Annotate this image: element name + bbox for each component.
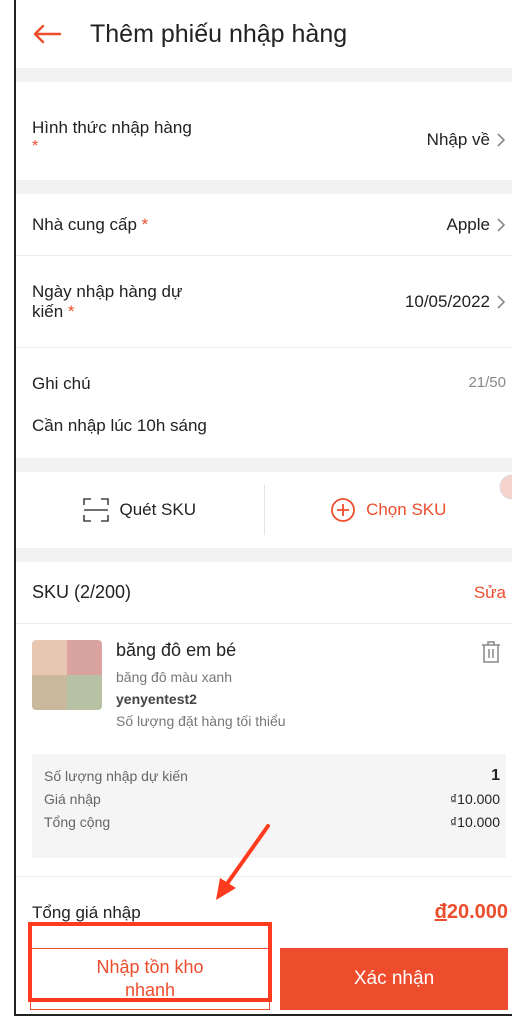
subtotal-value: ₫10.000 [449,813,500,830]
import-method-value-text: Nhập về [426,130,490,149]
trash-icon [482,641,500,663]
required-mark: * [67,301,75,321]
scan-icon [83,498,110,522]
arrow-left-icon [33,24,62,44]
back-button[interactable] [32,14,72,54]
price-row: Giá nhập ₫10.000 [44,787,500,810]
chevron-right-icon [497,133,506,147]
grand-total-value: đ20.000 [435,901,508,924]
confirm-label: Xác nhận [353,968,435,989]
note-counter: 21/50 [468,374,506,391]
section-gap [16,180,512,194]
subtotal-label: Tổng cộng [44,813,111,830]
qty-label: Số lượng nhập dự kiến [44,767,188,784]
required-mark: * [32,138,39,155]
min-quantity-text: Số lượng đặt hàng tối thiểu [116,713,286,729]
section-gap [16,458,512,472]
required-mark: * [141,214,149,234]
note-label: Ghi chú [32,374,91,393]
floating-bubble[interactable] [496,474,512,500]
grand-total-amount: 20.000 [446,901,508,923]
expected-date-value: 10/05/2022 [405,292,506,312]
expected-date-value-text: 10/05/2022 [404,291,490,311]
currency-symbol: đ [434,901,447,923]
choose-sku-label: Chọn SKU [366,500,447,519]
delete-item-button[interactable] [480,640,502,669]
edit-sku-button[interactable]: Sửa [474,583,506,603]
bubble-icon [499,474,512,500]
annotation-arrow-icon [216,824,270,900]
expected-date-label: Ngày nhập hàng dự kiến * [32,282,182,322]
qty-row: Số lượng nhập dự kiến 1 [44,764,500,787]
price-value: ₫10.000 [449,790,500,807]
choose-sku-button[interactable]: Chọn SKU [265,497,512,523]
scan-sku-button[interactable]: Quét SKU [16,498,264,522]
note-input[interactable]: Cần nhập lúc 10h sáng [32,416,506,436]
expected-date-row[interactable]: Ngày nhập hàng dự kiến * 10/05/2022 [16,256,512,348]
note-section: Ghi chú 21/50 Cần nhập lúc 10h sáng [16,348,512,458]
annotation-highlight-box [28,922,272,1002]
product-variant: băng đô màu xanh [116,669,232,685]
qty-value: 1 [491,766,500,784]
sku-actions: Quét SKU Chọn SKU [16,472,512,548]
product-name: băng đô em bé [116,640,237,660]
sku-item: băng đô em bé băng đô màu xanh yenyentes… [16,624,512,754]
grand-total-label: Tổng giá nhập [32,902,141,922]
price-label: Giá nhập [44,790,101,807]
scan-sku-label: Quét SKU [119,500,197,519]
chevron-right-icon [497,217,506,232]
add-circle-icon [331,498,355,522]
shop-name: yenyentest2 [116,691,197,707]
expected-date-label-line2: kiến [32,301,64,321]
import-method-row[interactable]: Hình thức nhập hàng * Nhập về [16,82,512,180]
supplier-row[interactable]: Nhà cung cấp * Apple [16,194,512,256]
section-gap [16,68,512,82]
supplier-value-text: Apple [446,214,490,234]
header: Thêm phiếu nhập hàng [16,0,512,68]
supplier-label-text: Nhà cung cấp [32,214,137,234]
expected-date-label-line1: Ngày nhập hàng dự [32,281,183,301]
sku-header: SKU (2/200) Sửa [16,562,512,624]
product-thumbnail [32,640,102,710]
import-method-value: Nhập về [427,130,506,150]
supplier-label: Nhà cung cấp * [32,215,148,235]
import-method-label: Hình thức nhập hàng * [32,118,192,156]
confirm-button[interactable]: Xác nhận [280,948,508,1010]
supplier-value: Apple [447,215,506,235]
sku-title: SKU (2/200) [32,582,132,602]
page-title: Thêm phiếu nhập hàng [90,19,348,48]
import-method-label-text: Hình thức nhập hàng [32,118,192,137]
section-gap [16,548,512,562]
chevron-right-icon [497,294,506,309]
product-info: băng đô em bé băng đô màu xanh yenyentes… [116,640,286,746]
